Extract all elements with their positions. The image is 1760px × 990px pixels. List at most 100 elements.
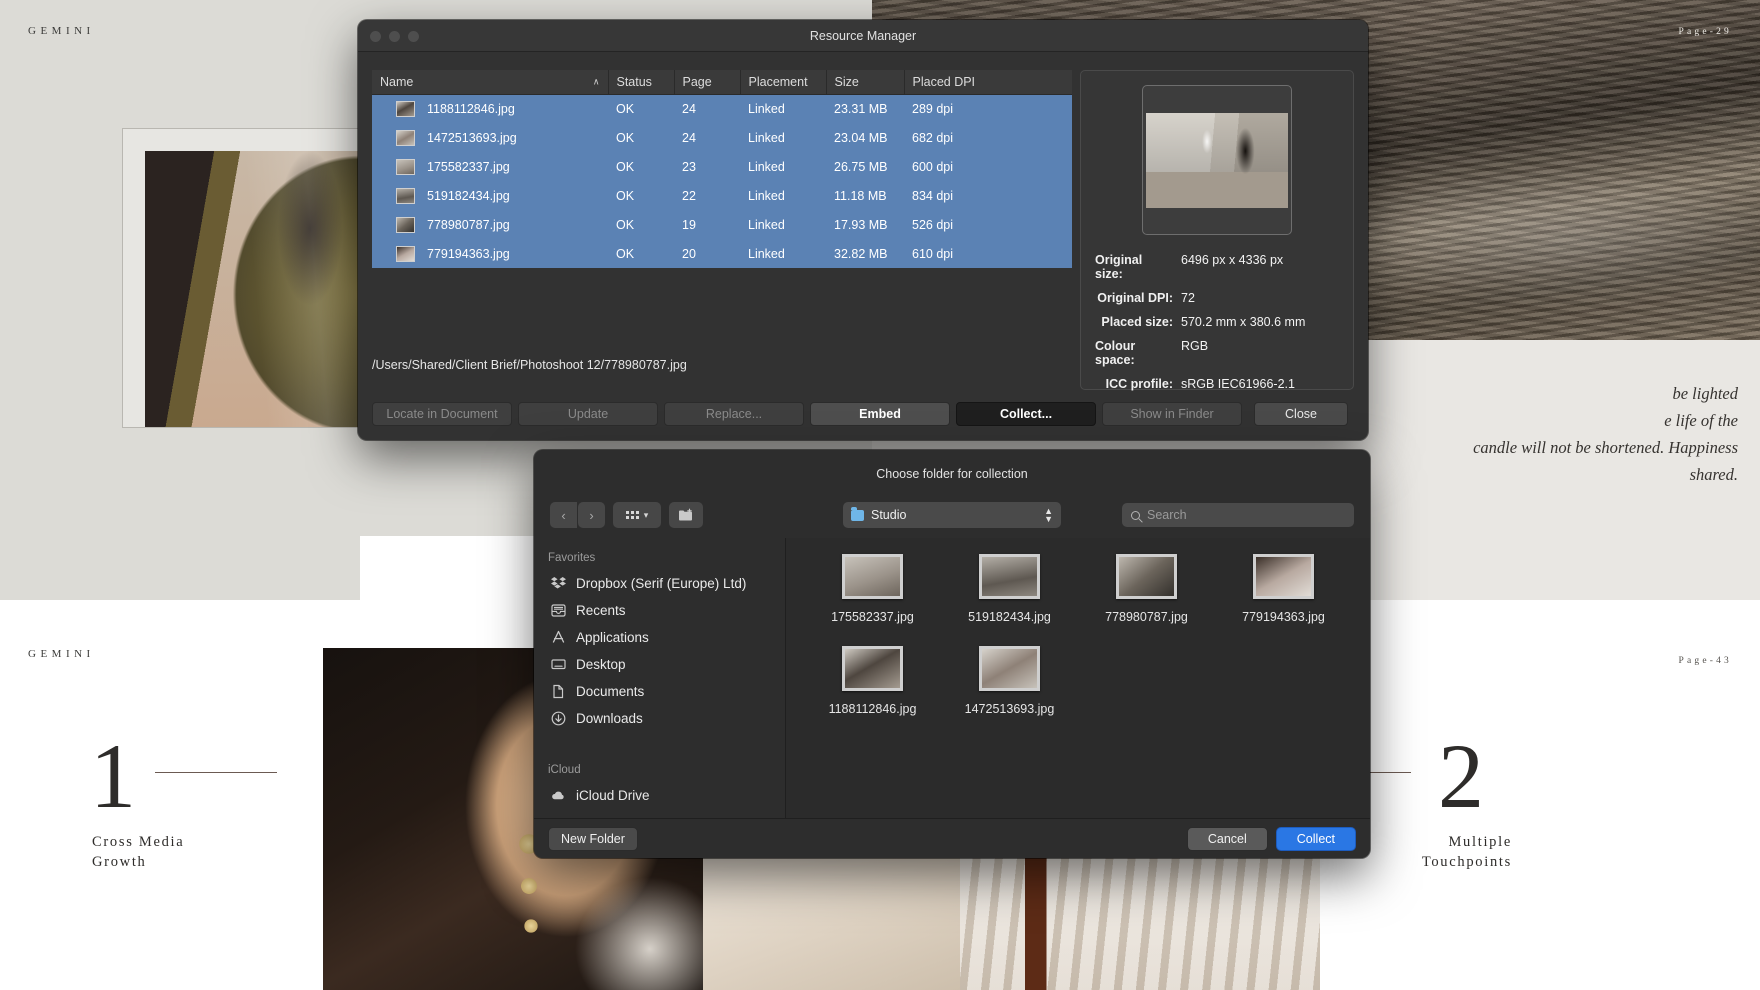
- locate-in-document-button[interactable]: Locate in Document: [372, 402, 512, 426]
- collect-confirm-button[interactable]: Collect: [1275, 826, 1356, 851]
- sidebar-item-icloud-drive[interactable]: iCloud Drive: [544, 782, 785, 809]
- page-number-top-right: Page-29: [1678, 27, 1732, 37]
- cell-status: OK: [616, 246, 635, 261]
- embed-button[interactable]: Embed: [810, 402, 950, 426]
- minimize-window-button[interactable]: [389, 31, 400, 42]
- column-header-size[interactable]: Size: [826, 70, 905, 95]
- cancel-button[interactable]: Cancel: [1186, 826, 1268, 851]
- documents-icon: [550, 683, 567, 700]
- preview-thumbnail-frame: [1142, 85, 1292, 235]
- new-folder-icon[interactable]: [669, 502, 703, 528]
- table-row[interactable]: 1472513693.jpg OK 24 Linked 23.04 MB 682…: [372, 123, 1072, 152]
- resource-preview-panel: Original size: 6496 px x 4336 px Origina…: [1080, 70, 1354, 391]
- sidebar-item-recents[interactable]: Recents: [544, 597, 785, 624]
- table-row[interactable]: 519182434.jpg OK 22 Linked 11.18 MB 834 …: [372, 181, 1072, 210]
- sidebar-section-favorites: Favorites: [548, 552, 596, 564]
- column-header-placement[interactable]: Placement: [740, 70, 827, 95]
- table-row[interactable]: 175582337.jpg OK 23 Linked 26.75 MB 600 …: [372, 152, 1072, 181]
- downloads-icon: [550, 710, 567, 727]
- column-header-placed-dpi[interactable]: Placed DPI: [904, 70, 1072, 95]
- preview-image: [1146, 112, 1288, 208]
- list-item[interactable]: 175582337.jpg: [804, 554, 941, 624]
- quote-line-4: shared.: [1689, 465, 1738, 484]
- update-button[interactable]: Update: [518, 402, 658, 426]
- cell-name: 778980787.jpg: [427, 217, 510, 232]
- column-header-page[interactable]: Page: [674, 70, 741, 95]
- file-thumbnail-icon: [842, 646, 903, 691]
- metadata-key: Original size:: [1095, 253, 1143, 281]
- zoom-window-button[interactable]: [408, 31, 419, 42]
- sidebar-item-downloads[interactable]: Downloads: [544, 705, 785, 732]
- section-two-number: 2: [1438, 725, 1484, 827]
- row-thumbnail-icon: [396, 216, 415, 233]
- show-in-finder-button[interactable]: Show in Finder: [1102, 402, 1242, 426]
- search-placeholder: Search: [1147, 508, 1187, 522]
- navigation-buttons[interactable]: ‹ ›: [550, 502, 605, 528]
- metadata-row: Original size: 6496 px x 4336 px: [1095, 253, 1339, 281]
- close-button[interactable]: Close: [1254, 402, 1348, 426]
- resource-manager-titlebar[interactable]: Resource Manager: [358, 20, 1368, 52]
- folder-chooser-sidebar[interactable]: Favorites Dropbox (Serif (Europe) Ltd) R…: [534, 538, 786, 818]
- table-row[interactable]: 779194363.jpg OK 20 Linked 32.82 MB 610 …: [372, 239, 1072, 268]
- folder-chooser-toolbar[interactable]: ‹ › ▾ Studio ▲ ▼ Search: [534, 492, 1370, 538]
- view-options-button[interactable]: ▾: [613, 502, 661, 528]
- cell-name: 779194363.jpg: [427, 246, 510, 261]
- file-name-label: 1472513693.jpg: [964, 702, 1055, 716]
- sidebar-item-applications[interactable]: Applications: [544, 624, 785, 651]
- sort-ascending-icon: ∧: [592, 76, 600, 87]
- grid-view-icon: [625, 511, 639, 519]
- list-item[interactable]: 1472513693.jpg: [941, 646, 1078, 716]
- new-folder-button[interactable]: New Folder: [548, 826, 638, 851]
- list-item[interactable]: 519182434.jpg: [941, 554, 1078, 624]
- folder-chooser-footer[interactable]: New Folder Cancel Collect: [534, 818, 1370, 858]
- list-item[interactable]: 779194363.jpg: [1215, 554, 1352, 624]
- cell-dpi: 834 dpi: [912, 188, 954, 203]
- page-number-bottom-right: Page-43: [1678, 656, 1732, 666]
- chevron-updown-icon: ▲ ▼: [1044, 506, 1053, 524]
- resource-metadata: Original size: 6496 px x 4336 px Origina…: [1095, 253, 1339, 391]
- back-icon[interactable]: ‹: [550, 502, 577, 528]
- section-one-caption-line-1: Cross Media: [92, 834, 185, 850]
- cell-page: 23: [682, 159, 696, 174]
- list-item[interactable]: 1188112846.jpg: [804, 646, 941, 716]
- resource-manager-window[interactable]: Resource Manager Name ∧ Status Page Plac…: [358, 20, 1368, 440]
- cell-dpi: 610 dpi: [912, 246, 954, 261]
- window-controls[interactable]: [370, 31, 419, 42]
- section-one-caption: Cross Media Growth: [92, 832, 184, 872]
- file-browser-grid[interactable]: 175582337.jpg 519182434.jpg 778980787.jp…: [786, 538, 1370, 818]
- list-item[interactable]: 778980787.jpg: [1078, 554, 1215, 624]
- metadata-value: 570.2 mm x 380.6 mm: [1181, 315, 1306, 329]
- chevron-down-icon: ▾: [643, 509, 649, 520]
- cell-page: 20: [682, 246, 696, 261]
- location-popup-button[interactable]: Studio ▲ ▼: [843, 502, 1061, 528]
- file-thumbnail-icon: [842, 554, 903, 599]
- sidebar-item-label: Dropbox (Serif (Europe) Ltd): [576, 576, 747, 591]
- metadata-key: Original DPI:: [1097, 291, 1173, 305]
- forward-icon[interactable]: ›: [578, 502, 605, 528]
- sidebar-item-desktop[interactable]: Desktop: [544, 651, 785, 678]
- search-icon: [1131, 510, 1140, 520]
- section-two-caption-line-1: Multiple: [1448, 834, 1512, 850]
- resource-manager-actions[interactable]: Locate in Document Update Replace... Emb…: [372, 402, 1248, 426]
- sidebar-item-documents[interactable]: Documents: [544, 678, 785, 705]
- sidebar-item-label: iCloud Drive: [576, 788, 650, 803]
- replace-button[interactable]: Replace...: [664, 402, 804, 426]
- cell-status: OK: [616, 217, 635, 232]
- search-field[interactable]: Search: [1122, 503, 1354, 527]
- table-row[interactable]: 778980787.jpg OK 19 Linked 17.93 MB 526 …: [372, 210, 1072, 239]
- table-header-row: Name ∧ Status Page Placement Size Placed…: [372, 70, 1072, 95]
- column-header-status[interactable]: Status: [608, 70, 675, 95]
- brand-mark: GEMINI: [28, 25, 95, 37]
- folder-chooser-dialog[interactable]: Choose folder for collection ‹ › ▾ Studi…: [534, 450, 1370, 858]
- file-name-label: 175582337.jpg: [831, 610, 914, 624]
- folder-chooser-title: Choose folder for collection: [534, 450, 1370, 492]
- icloud-drive-icon: [550, 787, 567, 804]
- table-row[interactable]: 1188112846.jpg OK 24 Linked 23.31 MB 289…: [372, 94, 1072, 123]
- brand-mark-bottom: GEMINI: [28, 648, 95, 660]
- column-header-name[interactable]: Name ∧: [372, 70, 609, 95]
- close-window-button[interactable]: [370, 31, 381, 42]
- collect-button[interactable]: Collect...: [956, 402, 1096, 426]
- sidebar-item-dropbox[interactable]: Dropbox (Serif (Europe) Ltd): [544, 570, 785, 597]
- resources-table[interactable]: Name ∧ Status Page Placement Size Placed…: [372, 70, 1072, 268]
- current-location-label: Studio: [871, 508, 907, 522]
